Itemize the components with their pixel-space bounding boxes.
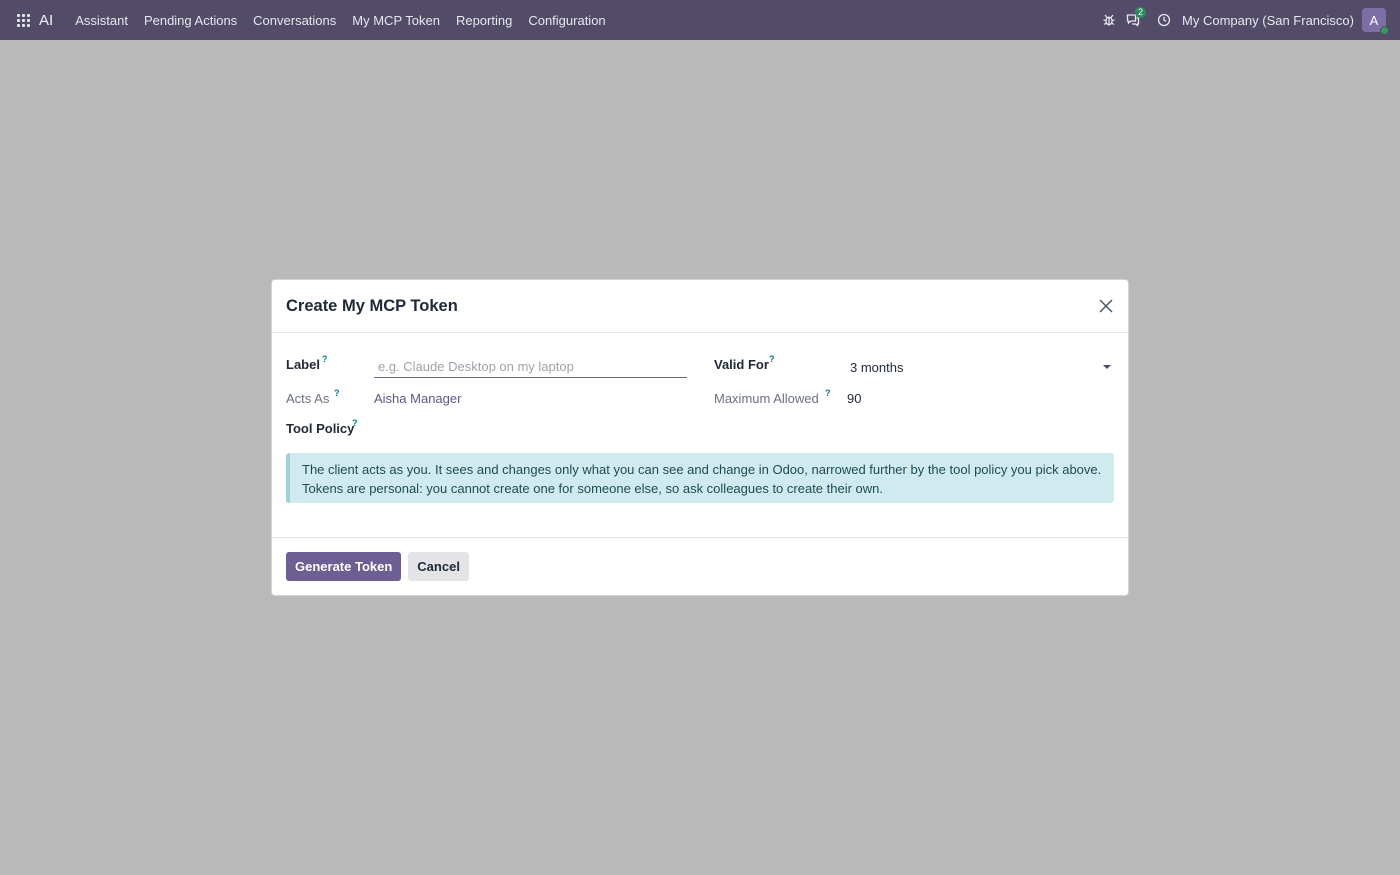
avatar-initial: A: [1369, 12, 1379, 28]
menu-assistant[interactable]: Assistant: [67, 0, 136, 40]
dialog-body: Label ? Valid For ? 3 months Acts As ? A…: [272, 333, 1128, 538]
dialog-title: Create My MCP Token: [286, 296, 458, 315]
maximum-allowed-value: 90: [847, 391, 862, 406]
label-input[interactable]: [374, 356, 687, 378]
cancel-button[interactable]: Cancel: [408, 552, 469, 581]
label-field-label: Label: [286, 357, 320, 372]
menu-my-mcp-token[interactable]: My MCP Token: [344, 0, 448, 40]
valid-for-label: Valid For: [714, 357, 769, 372]
close-icon[interactable]: [1097, 297, 1115, 315]
bug-icon[interactable]: [1098, 0, 1120, 40]
tool-policy-help-icon[interactable]: ?: [352, 418, 358, 428]
menu-conversations[interactable]: Conversations: [245, 0, 344, 40]
chat-icon[interactable]: 2: [1122, 0, 1147, 40]
valid-for-help-icon[interactable]: ?: [769, 354, 775, 364]
company-switcher[interactable]: My Company (San Francisco): [1182, 13, 1354, 28]
label-help-icon[interactable]: ?: [322, 354, 328, 364]
navbar-systray: 2 My Company (San Francisco) A: [1097, 0, 1400, 40]
menu-reporting[interactable]: Reporting: [448, 0, 520, 40]
app-brand[interactable]: AI: [39, 12, 53, 29]
dialog-footer: Generate Token Cancel: [272, 538, 1128, 595]
maximum-allowed-label: Maximum Allowed: [714, 391, 819, 406]
clock-icon[interactable]: [1153, 0, 1175, 40]
top-navbar: AI Assistant Pending Actions Conversatio…: [0, 0, 1400, 40]
generate-token-button[interactable]: Generate Token: [286, 552, 402, 581]
valid-for-select[interactable]: 3 months: [846, 356, 1114, 378]
chevron-down-icon: [1103, 365, 1111, 369]
menu-pending-actions[interactable]: Pending Actions: [136, 0, 245, 40]
menu-configuration[interactable]: Configuration: [520, 0, 613, 40]
user-avatar[interactable]: A: [1362, 8, 1389, 35]
dialog-header: Create My MCP Token: [272, 280, 1128, 333]
valid-for-value: 3 months: [850, 359, 904, 375]
tool-policy-label: Tool Policy: [286, 421, 355, 436]
create-token-dialog: Create My MCP Token Label ? Valid For ? …: [271, 279, 1129, 596]
messages-count-badge: 2: [1135, 7, 1147, 18]
acts-as-help-icon[interactable]: ?: [334, 388, 340, 398]
info-alert: The client acts as you. It sees and chan…: [286, 453, 1114, 503]
acts-as-label: Acts As: [286, 391, 330, 406]
maximum-allowed-help-icon[interactable]: ?: [825, 388, 831, 398]
presence-status-icon: [1380, 26, 1389, 35]
acts-as-user-link[interactable]: Aisha Manager: [374, 391, 461, 406]
